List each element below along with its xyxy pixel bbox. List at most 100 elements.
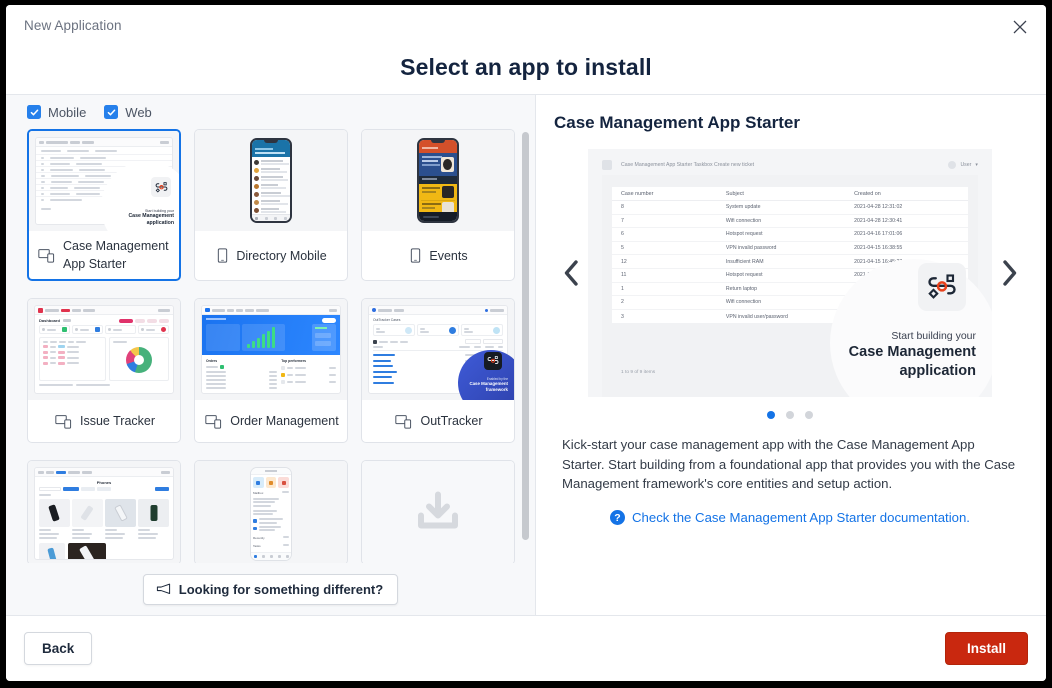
cell-created-on: 2021-04-16 17:01:06 [854, 231, 968, 237]
avatar [948, 161, 956, 169]
preview-caption-line1: Start building your [849, 330, 976, 344]
cell-case-number: 5 [612, 245, 726, 251]
app-card-caption: OutTracker [362, 400, 514, 442]
looking-for-something-different-button[interactable]: Looking for something different? [143, 574, 398, 605]
mobile-device-icon [217, 248, 228, 263]
app-thumbnail: Phones [28, 461, 180, 563]
app-card-caption: Case Management App Starter [29, 231, 179, 279]
close-button[interactable] [1006, 13, 1034, 41]
checkbox-mobile[interactable] [27, 105, 41, 119]
app-card-case-management-app-starter[interactable]: Start building your Case Management appl… [27, 129, 181, 281]
app-card-label: Order Management [230, 412, 338, 430]
carousel-dot-1[interactable] [767, 411, 775, 419]
app-card-partial-2[interactable]: Mailbox Recently Tasks [194, 460, 348, 563]
back-button[interactable]: Back [24, 632, 92, 665]
cell-subject: Insufficient RAM [726, 259, 854, 265]
app-grid-scroll-area[interactable]: Start building your Case Management appl… [6, 129, 535, 563]
app-grid-scrollbar[interactable] [522, 132, 529, 540]
preview-user-label: User [960, 162, 971, 168]
table-header-row: Case number Subject Created on [612, 187, 968, 201]
app-card-outtracker[interactable]: OutTracker Cases [361, 298, 515, 443]
cell-case-number: 11 [612, 272, 726, 278]
column-header-case-number: Case number [612, 191, 726, 197]
cell-created-on: 2021-04-28 12:31:02 [854, 204, 968, 210]
carousel-dots [554, 411, 1026, 419]
app-logo-icon [602, 160, 612, 170]
case-management-logo-icon [151, 177, 171, 197]
filter-web[interactable]: Web [104, 105, 152, 120]
filter-mobile[interactable]: Mobile [27, 105, 86, 120]
download-icon [416, 491, 460, 536]
dialog-body: Mobile Web [6, 94, 1046, 615]
case-management-logo-icon [918, 263, 966, 311]
filter-web-label: Web [125, 105, 152, 120]
device-filters: Mobile Web [6, 95, 535, 129]
preview-carousel: Case Management App Starter Taskbox Crea… [554, 147, 1026, 399]
close-icon [1013, 20, 1027, 34]
carousel-dot-3[interactable] [805, 411, 813, 419]
responsive-device-icon [38, 248, 55, 263]
case-management-framework-icon [484, 352, 502, 370]
column-header-subject: Subject [726, 191, 854, 197]
documentation-link[interactable]: Check the Case Management App Starter do… [632, 510, 970, 525]
app-preview-pane: Case Management App Starter Case Managem… [536, 95, 1046, 615]
preview-caption-line2: Case Management [849, 343, 976, 362]
table-row: 7Wifi connection2021-04-28 12:30:41 [612, 215, 968, 229]
app-card-label: OutTracker [420, 412, 482, 430]
filter-mobile-label: Mobile [48, 105, 86, 120]
responsive-device-icon [205, 414, 222, 429]
app-thumbnail: Orders [195, 299, 347, 400]
install-button[interactable]: Install [945, 632, 1028, 665]
app-browser-pane: Mobile Web [6, 95, 536, 615]
thumb-caption-line3: application [128, 220, 174, 227]
preview-caption-line3: application [849, 362, 976, 381]
cell-case-number: 2 [612, 299, 726, 305]
carousel-prev-button[interactable] [554, 260, 588, 286]
app-card-caption: Events [362, 231, 514, 280]
cell-subject: Return laptop [726, 286, 854, 292]
dialog-subtitle: New Application [24, 18, 122, 33]
cell-created-on: 2021-04-15 16:38:55 [854, 245, 968, 251]
table-row: 6Hotspot request2021-04-16 17:01:06 [612, 228, 968, 242]
app-card-caption: Order Management [195, 400, 347, 442]
cell-case-number: 7 [612, 218, 726, 224]
cell-case-number: 1 [612, 286, 726, 292]
looking-for-different-bar: Looking for something different? [6, 563, 535, 615]
app-card-events[interactable]: Events [361, 129, 515, 281]
cell-subject: Wifi connection [726, 218, 854, 224]
app-thumbnail: Dashboard [28, 299, 180, 400]
new-application-dialog: New Application Select an app to install… [6, 5, 1046, 681]
cell-subject: Wifi connection [726, 299, 854, 305]
chevron-right-icon [1001, 260, 1018, 286]
cell-case-number: 6 [612, 231, 726, 237]
cell-case-number: 3 [612, 314, 726, 320]
chevron-down-icon: ▾ [975, 162, 978, 168]
thumb-caption-line2: Case Management [128, 213, 174, 220]
carousel-dot-2[interactable] [786, 411, 794, 419]
app-grid: Start building your Case Management appl… [27, 129, 514, 563]
checkbox-web[interactable] [104, 105, 118, 119]
megaphone-icon [156, 583, 171, 595]
app-thumbnail: Start building your Case Management appl… [29, 131, 179, 231]
dialog-footer: Back Install [6, 615, 1046, 681]
preview-table-footer: 1 to 9 of 9 items [621, 370, 655, 375]
documentation-link-row: ? Check the Case Management App Starter … [554, 510, 1026, 525]
mobile-device-icon [410, 248, 421, 263]
app-thumbnail-placeholder [362, 461, 514, 563]
app-card-directory-mobile[interactable]: Directory Mobile [194, 129, 348, 281]
app-thumbnail [195, 130, 347, 231]
cell-subject: Hotspot request [726, 272, 854, 278]
app-card-issue-tracker[interactable]: Dashboard [27, 298, 181, 443]
app-card-label: Events [429, 247, 467, 265]
cell-subject: VPN invalid password [726, 245, 854, 251]
looking-button-label: Looking for something different? [179, 582, 383, 597]
question-icon: ? [610, 510, 625, 525]
app-card-partial-3-placeholder[interactable] [361, 460, 515, 563]
app-card-partial-1[interactable]: Phones [27, 460, 181, 563]
carousel-next-button[interactable] [992, 260, 1026, 286]
chevron-left-icon [563, 260, 580, 286]
cell-subject: Hotspot request [726, 231, 854, 237]
app-card-order-management[interactable]: Orders [194, 298, 348, 443]
table-row: 8System update2021-04-28 12:31:02 [612, 201, 968, 215]
app-thumbnail: Mailbox Recently Tasks [195, 461, 347, 563]
